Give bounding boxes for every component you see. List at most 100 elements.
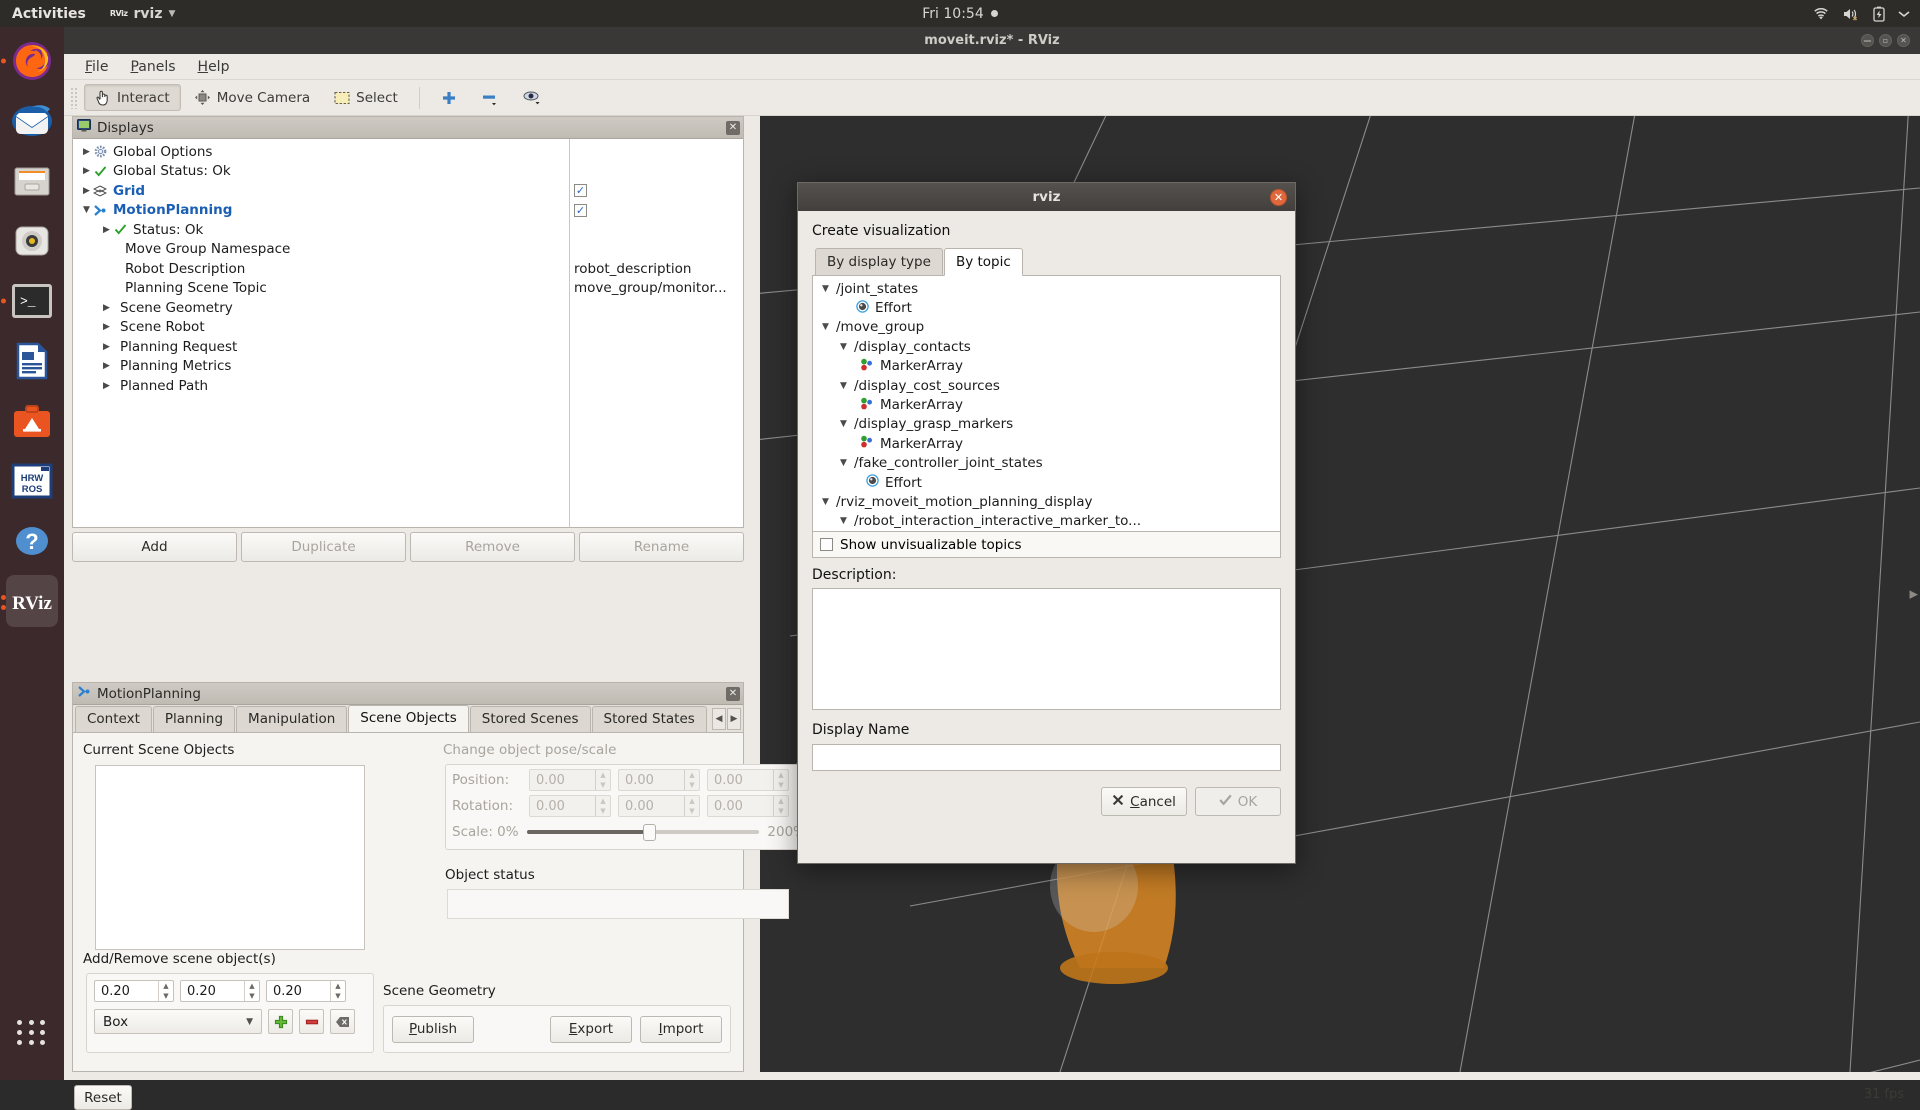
chevron-down-icon[interactable]: ▼ <box>837 419 850 429</box>
tree-row-planning-request[interactable]: ▶ Planning Request <box>73 337 569 357</box>
add-tool-button[interactable] <box>430 85 468 111</box>
value-row-motionplanning-enabled[interactable]: ✓ <box>570 201 743 221</box>
dock-item-rhythmbox[interactable] <box>6 215 58 267</box>
tab-by-display-type[interactable]: By display type <box>815 248 943 276</box>
spinner-arrows[interactable]: ▲▼ <box>773 796 788 816</box>
remove-tool-button[interactable] <box>470 84 510 112</box>
tab-scroll-right-button[interactable]: ▶ <box>727 708 741 730</box>
spinner-arrows[interactable]: ▲▼ <box>330 981 345 1001</box>
dock-item-rviz[interactable]: RViz <box>6 575 58 627</box>
chevron-down-icon[interactable]: ▼ <box>837 458 850 468</box>
scale-slider-knob[interactable] <box>643 824 656 841</box>
clear-objects-icon[interactable] <box>330 1009 355 1034</box>
tab-stored-scenes[interactable]: Stored Scenes <box>470 706 591 732</box>
maximize-button[interactable]: ▫ <box>1879 34 1892 47</box>
dimension-z-spinner[interactable]: 0.20 ▲▼ <box>266 980 346 1002</box>
rotation-p-spinner[interactable]: 0.00 ▲▼ <box>618 795 700 817</box>
rotation-y-spinner[interactable]: 0.00 ▲▼ <box>707 795 789 817</box>
select-tool-button[interactable]: Select <box>323 85 409 111</box>
close-icon[interactable]: ✕ <box>726 121 740 135</box>
topic-row-effort-2[interactable]: Effort <box>815 473 1278 492</box>
dock-item-ubuntu-software[interactable] <box>6 395 58 447</box>
minimize-button[interactable]: — <box>1861 34 1874 47</box>
tree-row-robot-description[interactable]: Robot Description <box>73 259 569 279</box>
tree-row-move-group-namespace[interactable]: Move Group Namespace <box>73 240 569 260</box>
focus-tool-button[interactable] <box>512 84 553 112</box>
dimension-y-spinner[interactable]: 0.20 ▲▼ <box>180 980 260 1002</box>
show-unvisualizable-topics-row[interactable]: Show unvisualizable topics <box>812 532 1281 558</box>
chevron-right-icon[interactable]: ▶ <box>101 341 112 352</box>
topic-row-display-contacts[interactable]: ▼ /display_contacts <box>815 337 1278 356</box>
chevron-right-icon[interactable]: ▶ <box>101 322 112 333</box>
chevron-right-icon[interactable]: ▶ <box>101 380 112 391</box>
display-name-input[interactable] <box>812 744 1281 771</box>
tab-context[interactable]: Context <box>75 706 152 732</box>
tab-planning[interactable]: Planning <box>153 706 235 732</box>
dimension-x-spinner[interactable]: 0.20 ▲▼ <box>94 980 174 1002</box>
position-z-spinner[interactable]: 0.00 ▲▼ <box>707 769 789 791</box>
show-applications-button[interactable] <box>6 1006 58 1058</box>
value-row-move-group-namespace[interactable] <box>570 240 743 260</box>
tree-row-grid[interactable]: ▶ Grid <box>73 181 569 201</box>
move-camera-tool-button[interactable]: Move Camera <box>183 84 321 111</box>
interact-tool-button[interactable]: Interact <box>84 84 181 111</box>
spinner-arrows[interactable]: ▲▼ <box>684 796 699 816</box>
dock-item-files[interactable] <box>6 155 58 207</box>
spinner-arrows[interactable]: ▲▼ <box>595 796 610 816</box>
topic-row-robot-interaction-interactive-marker[interactable]: ▼ /robot_interaction_interactive_marker_… <box>815 512 1278 531</box>
position-y-spinner[interactable]: 0.00 ▲▼ <box>618 769 700 791</box>
topic-row-display-cost-sources[interactable]: ▼ /display_cost_sources <box>815 376 1278 395</box>
spinner-arrows[interactable]: ▲▼ <box>244 981 259 1001</box>
scale-slider[interactable] <box>527 830 760 834</box>
value-row-grid-enabled[interactable]: ✓ <box>570 181 743 201</box>
rotation-r-spinner[interactable]: 0.00 ▲▼ <box>529 795 611 817</box>
topic-row-markerarray-1[interactable]: MarkerArray <box>815 357 1278 376</box>
menu-help[interactable]: Help <box>189 57 239 77</box>
topic-row-move-group[interactable]: ▼ /move_group <box>815 318 1278 337</box>
close-icon[interactable]: ✕ <box>1270 189 1287 206</box>
topic-row-effort-1[interactable]: Effort <box>815 298 1278 317</box>
chevron-right-icon[interactable]: ▶ <box>81 166 92 177</box>
topic-row-joint-states[interactable]: ▼ /joint_states <box>815 279 1278 298</box>
checkbox-unchecked[interactable] <box>820 538 833 551</box>
menu-file[interactable]: FFileile <box>76 57 117 77</box>
tab-by-topic[interactable]: By topic <box>944 248 1023 276</box>
chevron-right-icon[interactable]: ▶ <box>101 224 112 235</box>
spinner-arrows[interactable]: ▲▼ <box>684 770 699 790</box>
chevron-down-icon[interactable]: ▼ <box>819 322 832 332</box>
cancel-button[interactable]: Cancel <box>1101 787 1187 816</box>
viewport-panel-expander[interactable]: ▶ <box>1910 588 1918 601</box>
value-row-planning-scene-topic[interactable]: move_group/monitor... <box>570 279 743 299</box>
dock-item-help[interactable]: ? <box>6 515 58 567</box>
tree-row-scene-geometry[interactable]: ▶ Scene Geometry <box>73 298 569 318</box>
export-scene-button[interactable]: Export <box>550 1016 632 1043</box>
chevron-right-icon[interactable]: ▶ <box>81 185 92 196</box>
dock-item-terminal[interactable]: >_ <box>6 275 58 327</box>
spinner-arrows[interactable]: ▲▼ <box>773 770 788 790</box>
displays-tree[interactable]: ▶ Global Options ▶ Global Status: Ok ▶ <box>73 139 743 527</box>
menu-panels[interactable]: Panels <box>121 57 184 77</box>
remove-display-button[interactable]: Remove <box>410 532 575 562</box>
publish-scene-button[interactable]: Publish <box>392 1016 474 1043</box>
object-shape-combo[interactable]: Box ▼ <box>94 1009 262 1034</box>
tree-row-scene-robot[interactable]: ▶ Scene Robot <box>73 318 569 338</box>
tree-row-global-status[interactable]: ▶ Global Status: Ok <box>73 162 569 182</box>
tab-scroll-left-button[interactable]: ◀ <box>712 708 726 730</box>
dock-item-hrw-ros[interactable]: HRW ROS <box>6 455 58 507</box>
chevron-down-icon[interactable]: ▼ <box>837 516 850 526</box>
tree-row-global-options[interactable]: ▶ Global Options <box>73 142 569 162</box>
chevron-right-icon[interactable]: ▶ <box>81 146 92 157</box>
dock-item-libreoffice-impress[interactable] <box>6 335 58 387</box>
remove-object-icon[interactable] <box>299 1009 324 1034</box>
value-row-robot-description[interactable]: robot_description <box>570 259 743 279</box>
current-scene-objects-list[interactable] <box>95 765 365 950</box>
chevron-down-icon[interactable]: ▼ <box>819 284 832 294</box>
tab-scene-objects[interactable]: Scene Objects <box>348 705 468 732</box>
topic-tree[interactable]: ▼ /joint_states Effort ▼ /move_group ▼ /… <box>812 275 1281 532</box>
import-scene-button[interactable]: Import <box>640 1016 722 1043</box>
topic-row-markerarray-2[interactable]: MarkerArray <box>815 395 1278 414</box>
checkbox-checked[interactable]: ✓ <box>574 204 587 217</box>
close-button[interactable]: ✕ <box>1897 34 1910 47</box>
tab-manipulation[interactable]: Manipulation <box>236 706 347 732</box>
spinner-arrows[interactable]: ▲▼ <box>595 770 610 790</box>
